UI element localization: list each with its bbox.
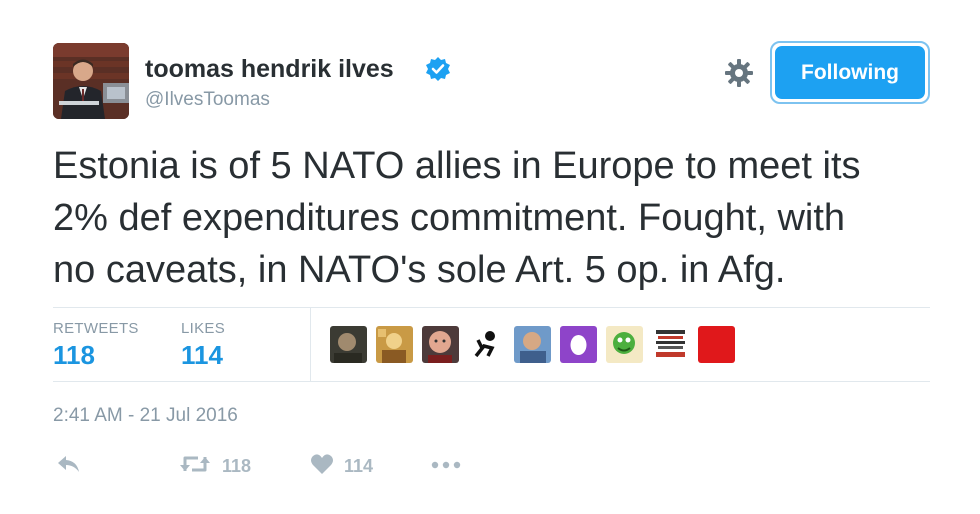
divider <box>53 381 930 382</box>
more-dots-icon <box>430 457 462 475</box>
like-count: 114 <box>344 455 374 476</box>
liker-avatar[interactable] <box>606 326 643 363</box>
liker-avatar[interactable] <box>330 326 367 363</box>
liker-avatar[interactable] <box>422 326 459 363</box>
likes-count[interactable]: 114 <box>181 340 223 371</box>
tweet-line: Estonia is of 5 NATO allies in Europe to… <box>53 145 861 187</box>
reply-button[interactable] <box>56 452 82 480</box>
liker-avatar[interactable] <box>652 326 689 363</box>
divider <box>310 308 311 381</box>
tweet-line: 2% def expenditures commitment. Fought, … <box>53 197 846 239</box>
likes-label: LIKES <box>181 320 226 337</box>
retweet-button[interactable]: 118 <box>178 452 251 480</box>
following-button[interactable]: Following <box>770 41 930 104</box>
divider <box>53 307 930 308</box>
tweet-text: Estonia is of 5 NATO allies in Europe to… <box>53 140 933 296</box>
retweet-count: 118 <box>222 455 252 476</box>
liker-avatars <box>330 326 735 363</box>
retweets-count[interactable]: 118 <box>53 340 95 371</box>
author-name[interactable]: toomas hendrik ilves <box>145 55 394 84</box>
liker-avatar[interactable] <box>514 326 551 363</box>
retweet-icon <box>178 453 212 480</box>
like-button[interactable]: 114 <box>310 452 373 480</box>
more-button[interactable] <box>430 452 462 480</box>
liker-avatar[interactable] <box>698 326 735 363</box>
heart-icon <box>310 453 334 480</box>
liker-avatar[interactable] <box>560 326 597 363</box>
liker-avatar[interactable] <box>468 326 505 363</box>
retweets-label: RETWEETS <box>53 320 139 337</box>
following-button-label: Following <box>775 46 925 99</box>
author-handle[interactable]: @IlvesToomas <box>145 89 270 111</box>
gear-icon[interactable] <box>724 58 754 88</box>
reply-icon <box>56 453 82 480</box>
author-avatar[interactable] <box>53 43 129 119</box>
verified-badge-icon <box>425 56 451 82</box>
tweet-line: no caveats, in NATO's sole Art. 5 op. in… <box>53 249 786 291</box>
liker-avatar[interactable] <box>376 326 413 363</box>
tweet-timestamp[interactable]: 2:41 AM - 21 Jul 2016 <box>53 405 238 427</box>
